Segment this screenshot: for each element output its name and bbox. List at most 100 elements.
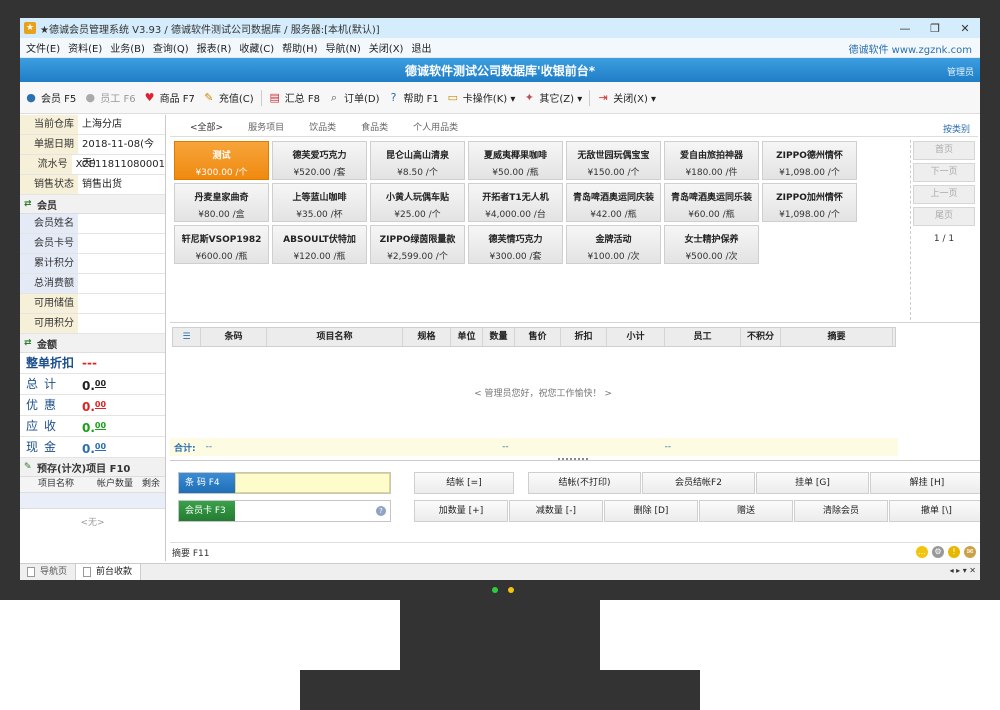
title-bar: ★ ★德诚会员管理系统 V3.93 / 德诚软件测试公司数据库 / 服务器:[本… — [20, 18, 980, 38]
product-tile[interactable]: ZIPPO加州情怀 ¥1,098.00 /个 — [762, 183, 857, 222]
product-tile[interactable]: 丹麦皇家曲奇 ¥80.00 /盒 — [174, 183, 269, 222]
member-card-input[interactable] — [235, 501, 390, 521]
menu-help[interactable]: 帮助(H) — [282, 40, 317, 55]
product-tile[interactable]: 轩尼斯VSOP1982 ¥600.00 /瓶 — [174, 225, 269, 264]
col-item-name[interactable]: 项目名称 — [267, 328, 403, 346]
product-tile[interactable]: 开拓者T1无人机 ¥4,000.00 /台 — [468, 183, 563, 222]
product-tile[interactable]: 德芙情巧克力 ¥300.00 /套 — [468, 225, 563, 264]
restore-button[interactable]: ❐ — [920, 18, 950, 38]
tip-icon[interactable]: ! — [948, 546, 960, 558]
splitter-grip[interactable] — [558, 458, 588, 461]
close-window-button[interactable]: ✕ — [950, 18, 980, 38]
menu-exit[interactable]: 退出 — [411, 40, 431, 55]
member-row[interactable]: 会员卡号 — [20, 234, 165, 254]
delete-button[interactable]: 删除 [D] — [604, 500, 698, 522]
product-tile[interactable]: 爱自由旅拍神器 ¥180.00 /件 — [664, 141, 759, 180]
category-drinks[interactable]: 饮品类 — [309, 120, 336, 133]
increase-qty-button[interactable]: 加数量 [+] — [414, 500, 508, 522]
product-tile[interactable]: ZIPPO德州情怀 ¥1,098.00 /个 — [762, 141, 857, 180]
mail-icon[interactable]: ✉ — [964, 546, 976, 558]
column-chooser-icon[interactable]: ☰ — [173, 328, 201, 346]
summary-button[interactable]: ▤ 汇总 F8 — [268, 90, 320, 105]
member-row[interactable]: 累计积分 — [20, 254, 165, 274]
staff-button[interactable]: ● 员工 F6 — [83, 90, 135, 105]
clear-member-button[interactable]: 清除会员 — [794, 500, 888, 522]
col-memo[interactable]: 摘要 — [781, 328, 893, 346]
recharge-button[interactable]: ✎ 充值(C) — [202, 90, 253, 105]
menu-report[interactable]: 报表(R) — [197, 40, 232, 55]
product-tile[interactable]: ZIPPO绿茵限量款 ¥2,599.00 /个 — [370, 225, 465, 264]
product-tile[interactable]: ABSOULT伏特加 ¥120.00 /瓶 — [272, 225, 367, 264]
menu-business[interactable]: 业务(B) — [110, 40, 145, 55]
member-row[interactable]: 会员姓名 — [20, 214, 165, 234]
resume-order-button[interactable]: 解挂 [H] — [870, 472, 980, 494]
menu-favorites[interactable]: 收藏(C) — [239, 40, 274, 55]
col-staff[interactable]: 员工 — [665, 328, 741, 346]
first-page-button[interactable]: 首页 — [913, 141, 975, 160]
product-tile[interactable]: 女士精护保养 ¥500.00 /次 — [664, 225, 759, 264]
member-row[interactable]: 总消费额 — [20, 274, 165, 294]
product-tile[interactable]: 青岛啤酒奥运同乐装 ¥60.00 /瓶 — [664, 183, 759, 222]
settings-icon[interactable]: ⚙ — [932, 546, 944, 558]
member-label: 会员卡号 — [20, 234, 78, 253]
brand-link[interactable]: 德诚软件 www.zgznk.com — [849, 41, 973, 56]
col-subtotal[interactable]: 小计 — [607, 328, 665, 346]
tab-navigation-page[interactable]: 导航页 — [20, 564, 77, 580]
discount-row[interactable]: 整单折扣 --- — [20, 353, 165, 374]
product-tile[interactable]: 测试 ¥300.00 /个 — [174, 141, 269, 180]
col-price[interactable]: 售价 — [515, 328, 561, 346]
product-tile[interactable]: 昆仑山高山清泉 ¥8.50 /个 — [370, 141, 465, 180]
barcode-input[interactable] — [235, 473, 390, 493]
close-menu-button[interactable]: ⇥ 关闭(X) ▾ — [596, 90, 656, 105]
prestore-selected-row[interactable] — [20, 493, 165, 509]
category-mode-link[interactable]: 按类别 — [943, 122, 970, 135]
col-discount[interactable]: 折扣 — [561, 328, 607, 346]
menu-file[interactable]: 文件(E) — [26, 40, 60, 55]
decrease-qty-button[interactable]: 减数量 [-] — [509, 500, 603, 522]
tab-front-cashier[interactable]: 前台收款 — [76, 564, 142, 580]
card-help-icon[interactable]: ? — [376, 506, 386, 516]
product-tile[interactable]: 无敌世园玩偶宝宝 ¥150.00 /个 — [566, 141, 661, 180]
col-barcode[interactable]: 条码 — [201, 328, 267, 346]
col-no-points[interactable]: 不积分 — [741, 328, 781, 346]
gift-button[interactable]: 赠送 — [699, 500, 793, 522]
checkout-no-print-button[interactable]: 结帐(不打印) — [528, 472, 641, 494]
next-page-button[interactable]: 下一页 — [913, 163, 975, 182]
member-button[interactable]: ● 会员 F5 — [24, 90, 76, 105]
product-tile[interactable]: 青岛啤酒奥运同庆装 ¥42.00 /瓶 — [566, 183, 661, 222]
member-row[interactable]: 可用积分 — [20, 314, 165, 334]
memo-hint[interactable]: 摘要 F11 — [172, 546, 210, 559]
menu-data[interactable]: 资料(E) — [68, 40, 102, 55]
tab-nav-arrows[interactable]: ◂ ▸ ▾ ✕ — [950, 566, 976, 575]
product-tile[interactable]: 德芙爱巧克力 ¥520.00 /套 — [272, 141, 367, 180]
category-all[interactable]: <全部> — [190, 120, 223, 133]
category-personal[interactable]: 个人用品类 — [413, 120, 458, 133]
minimize-button[interactable]: — — [890, 18, 920, 38]
menu-navigation[interactable]: 导航(N) — [326, 40, 361, 55]
other-button[interactable]: ✦ 其它(Z) ▾ — [522, 90, 582, 105]
menu-query[interactable]: 查询(Q) — [153, 40, 189, 55]
hold-order-button[interactable]: 挂单 [G] — [756, 472, 869, 494]
goods-button[interactable]: ♥ 商品 F7 — [143, 90, 195, 105]
checkout-button[interactable]: 结帐 [=] — [414, 472, 514, 494]
member-row[interactable]: 可用储值 — [20, 294, 165, 314]
col-spec[interactable]: 规格 — [403, 328, 451, 346]
card-ops-button[interactable]: ▭ 卡操作(K) ▾ — [446, 90, 516, 105]
menu-close[interactable]: 关闭(X) — [369, 40, 404, 55]
product-tile[interactable]: 金牌活动 ¥100.00 /次 — [566, 225, 661, 264]
category-food[interactable]: 食品类 — [361, 120, 388, 133]
chat-icon[interactable]: … — [916, 546, 928, 558]
prev-page-button[interactable]: 上一页 — [913, 185, 975, 204]
product-tile[interactable]: 上等蓝山咖啡 ¥35.00 /杯 — [272, 183, 367, 222]
product-tile[interactable]: 小黄人玩偶车贴 ¥25.00 /个 — [370, 183, 465, 222]
help-button[interactable]: ? 帮助 F1 — [387, 90, 439, 105]
cancel-order-button[interactable]: 撤单 [\] — [889, 500, 980, 522]
last-page-button[interactable]: 尾页 — [913, 207, 975, 226]
order-button[interactable]: ⌕ 订单(D) — [327, 90, 380, 106]
product-price: ¥2,599.00 /个 — [387, 252, 448, 262]
col-quantity[interactable]: 数量 — [483, 328, 515, 346]
col-unit[interactable]: 单位 — [451, 328, 483, 346]
member-checkout-button[interactable]: 会员结帐F2 — [642, 472, 755, 494]
category-services[interactable]: 服务项目 — [248, 120, 284, 133]
product-tile[interactable]: 夏威夷椰果咖啡 ¥50.00 /瓶 — [468, 141, 563, 180]
